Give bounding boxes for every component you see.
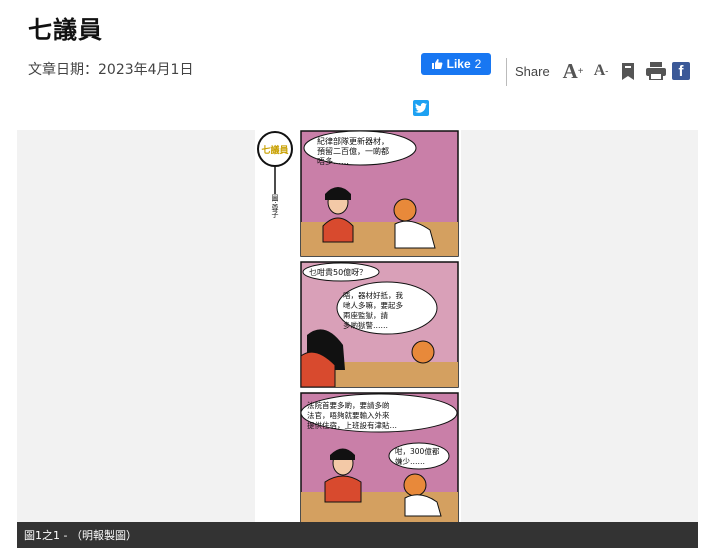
comic-author: 圖‧尊子 [271, 194, 279, 217]
print-button[interactable] [645, 60, 667, 82]
bookmark-icon [622, 62, 634, 80]
panel-1-speech-line-2: 預留二百億，一啲都 [317, 146, 389, 156]
like-label: Like [446, 57, 471, 71]
font-decrease-icon: A [593, 62, 606, 79]
article-title: 七議員 [28, 16, 103, 44]
facebook-icon: f [672, 62, 690, 80]
panel-2-speech-right-line-1: 唔，器材好抵，我 [343, 290, 403, 300]
comic-panel-1: 紀律部隊更新器材， 預留二百億，一啲都 唔多…… [300, 130, 459, 257]
article-date: 文章日期：2023年4月1日 [28, 62, 194, 78]
comic-strip: 七議員 圖‧尊子 紀律部隊更新器材， 預留二百億，一啲都 唔多…… 乜咁貴50億… [255, 130, 461, 522]
panel-2-speech-left: 乜咁貴50億呀？ [309, 267, 367, 277]
panel-3-speech-line-1: 法院首要多啲，要請多啲 [307, 400, 390, 410]
twitter-share-button[interactable] [413, 100, 429, 116]
toolbar-divider [506, 58, 507, 86]
thumbs-up-icon [431, 59, 443, 69]
image-viewer[interactable]: 七議員 圖‧尊子 紀律部隊更新器材， 預留二百億，一啲都 唔多…… 乜咁貴50億… [17, 130, 698, 522]
facebook-like-button[interactable]: Like 2 [421, 53, 491, 75]
printer-icon [646, 62, 666, 80]
like-count: 2 [474, 57, 482, 71]
panel-2-speech-right-line-2: 哋人多嘛，要起多 [343, 300, 403, 310]
font-increase-icon: A [562, 58, 578, 83]
facebook-share-button[interactable]: f [672, 60, 690, 82]
font-decrease-button[interactable]: A- [590, 60, 612, 82]
series-title: 七議員 [261, 144, 288, 156]
bookmark-button[interactable] [620, 60, 636, 82]
image-caption: 圖1之1 - （明報製圖） [17, 522, 698, 548]
panel-3-speech-right-line-2: 嫌少…… [395, 456, 425, 466]
panel-3-speech-line-2: 法官，唔夠就要輸入外來 [307, 410, 390, 420]
panel-1-speech-line-1: 紀律部隊更新器材， [317, 136, 389, 146]
comic-panel-2: 乜咁貴50億呀？ 唔，器材好抵，我 哋人多嘛，要起多 兩座監獄，請 多啲獄警…… [300, 261, 459, 388]
comic-panel-3: 法院首要多啲，要請多啲 法官，唔夠就要輸入外來 提供住宿，上班設有津貼… 咁，3… [300, 392, 459, 522]
font-increase-button[interactable]: A + [560, 58, 586, 83]
twitter-icon [415, 103, 427, 113]
panel-2-speech-right-line-3: 兩座監獄，請 [343, 310, 388, 320]
comic-artwork: 七議員 圖‧尊子 紀律部隊更新器材， 預留二百億，一啲都 唔多…… 乜咁貴50億… [257, 130, 459, 522]
panel-3-speech-line-3: 提供住宿，上班設有津貼… [307, 420, 397, 430]
panel-2-speech-right-line-4: 多啲獄警…… [343, 320, 388, 330]
panel-1-speech-line-3: 唔多…… [317, 156, 349, 166]
share-label: Share [515, 64, 550, 79]
panel-3-speech-right-line-1: 咁，300億都 [395, 446, 440, 456]
